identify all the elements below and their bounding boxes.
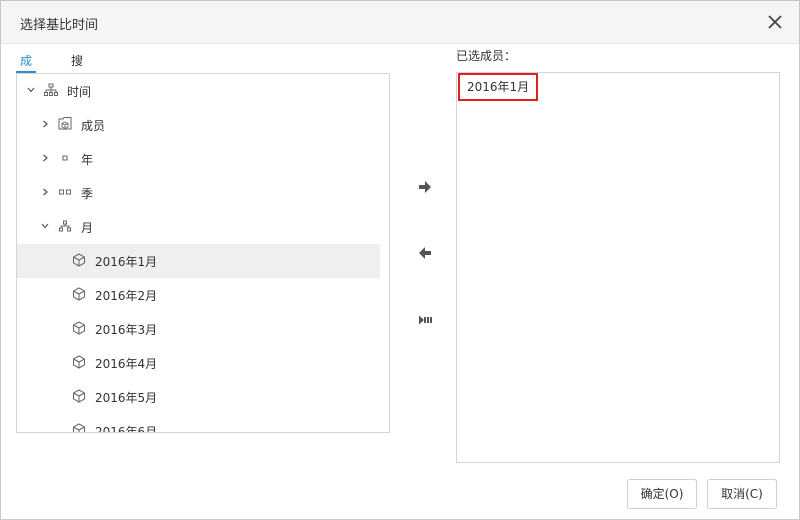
hierarchy-icon [57,218,73,234]
tree-node-month-item[interactable]: 2016年2月 [17,278,380,312]
dialog-title: 选择基比时间 [20,18,99,33]
cube-icon [71,286,87,302]
arrow-left-icon[interactable] [414,242,436,264]
tree-node-quarter[interactable]: 季 [17,176,380,210]
tab-search[interactable]: 搜索 [67,51,87,88]
tree-node-month-item[interactable]: 2016年4月 [17,346,380,380]
member-tree: 时间 成员 年 季 月 2016年1月 2016年2月 2016年3月 2016… [16,73,390,433]
cube-icon [71,320,87,336]
arrow-right-icon[interactable] [414,176,436,198]
tree-node-label: 成员 [81,119,106,133]
tree-node-time[interactable]: 时间 [17,74,380,108]
tree-node-label: 2016年3月 [95,323,158,337]
ok-button[interactable]: 确定(O) [627,479,697,509]
selected-members-list: 2016年1月 [456,72,780,463]
level-single-icon [57,150,73,166]
chevron-down-icon[interactable] [40,221,50,231]
tree-node-month-item[interactable]: 2016年1月 [17,244,380,278]
tree-node-label: 2016年2月 [95,289,158,303]
tree-node-label: 年 [81,153,94,167]
tree-node-month-item[interactable]: 2016年3月 [17,312,380,346]
close-icon[interactable] [765,12,785,32]
hierarchy-icon [43,82,59,98]
cube-icon [71,388,87,404]
chevron-right-icon[interactable] [40,187,50,197]
cube-icon [71,252,87,268]
cube-icon [71,422,87,432]
cube-stack-icon [57,116,73,132]
level-double-icon [57,184,73,200]
tab-member-tree[interactable]: 成员树 [16,51,37,108]
chevron-down-icon[interactable] [26,85,36,95]
tree-node-label: 2016年1月 [95,255,158,269]
tree-node-month[interactable]: 月 [17,210,380,244]
dialog-titlebar: 选择基比时间 [1,1,799,44]
tree-node-label: 2016年4月 [95,357,158,371]
cube-icon [71,354,87,370]
select-base-time-dialog: 选择基比时间 成员树 搜索 时间 [0,0,800,520]
tree-node-label: 时间 [67,85,92,99]
tree-node-label: 2016年6月 [95,425,158,433]
arrow-left-all-icon[interactable] [414,309,436,331]
tree-node-label: 2016年5月 [95,391,158,405]
tree-node-month-item[interactable]: 2016年6月 [17,414,380,433]
cancel-button[interactable]: 取消(C) [707,479,777,509]
selected-member-item[interactable]: 2016年1月 [458,73,539,101]
tree-node-year[interactable]: 年 [17,142,380,176]
tree-node-members[interactable]: 成员 [17,108,380,142]
chevron-right-icon[interactable] [40,119,50,129]
tree-node-month-item[interactable]: 2016年5月 [17,380,380,414]
tree-node-label: 月 [81,221,94,235]
chevron-right-icon[interactable] [40,153,50,163]
tree-node-label: 季 [81,187,94,201]
selected-members-label: 已选成员： [456,49,517,63]
